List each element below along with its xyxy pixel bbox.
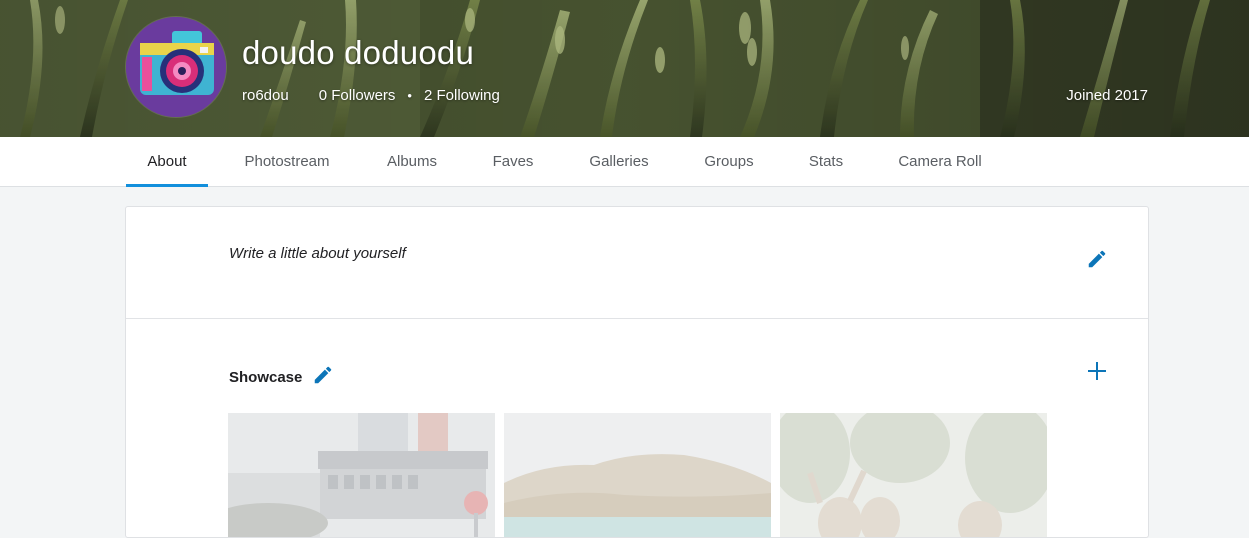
- about-card: Write a little about yourself Showcase: [125, 206, 1149, 538]
- followers-link[interactable]: 0 Followers: [319, 87, 396, 104]
- tab-stats[interactable]: Stats: [798, 137, 854, 186]
- tab-galleries[interactable]: Galleries: [578, 137, 660, 186]
- showcase-photo-people-trees[interactable]: [780, 413, 1047, 537]
- profile-display-name: doudo doduodu: [242, 34, 475, 71]
- about-description-section: Write a little about yourself: [126, 207, 1148, 319]
- camera-icon: [126, 17, 226, 117]
- profile-meta: ro6dou 0 Followers • 2 Following: [242, 87, 500, 104]
- about-placeholder[interactable]: Write a little about yourself: [229, 245, 406, 262]
- meta-separator: •: [407, 88, 412, 103]
- showcase-title: Showcase: [229, 369, 303, 386]
- profile-tab-bar: About Photostream Albums Faves Galleries…: [0, 137, 1249, 187]
- cover-photo: doudo doduodu ro6dou 0 Followers • 2 Fol…: [0, 0, 1249, 137]
- tab-albums[interactable]: Albums: [376, 137, 448, 186]
- avatar[interactable]: [126, 17, 226, 117]
- following-link[interactable]: 2 Following: [424, 87, 500, 104]
- showcase-photo-city-train[interactable]: [228, 413, 495, 537]
- showcase-pencil-icon[interactable]: [312, 364, 334, 386]
- showcase-photo-coastal-cliff[interactable]: [504, 413, 771, 537]
- joined-date: Joined 2017: [1066, 87, 1148, 104]
- tab-faves[interactable]: Faves: [483, 137, 543, 186]
- tab-groups[interactable]: Groups: [695, 137, 763, 186]
- profile-username: ro6dou: [242, 87, 289, 104]
- plus-icon[interactable]: [1087, 361, 1107, 381]
- tab-camera-roll[interactable]: Camera Roll: [889, 137, 991, 186]
- tab-photostream[interactable]: Photostream: [233, 137, 341, 186]
- pencil-icon[interactable]: [1086, 248, 1108, 270]
- tab-about[interactable]: About: [126, 137, 208, 187]
